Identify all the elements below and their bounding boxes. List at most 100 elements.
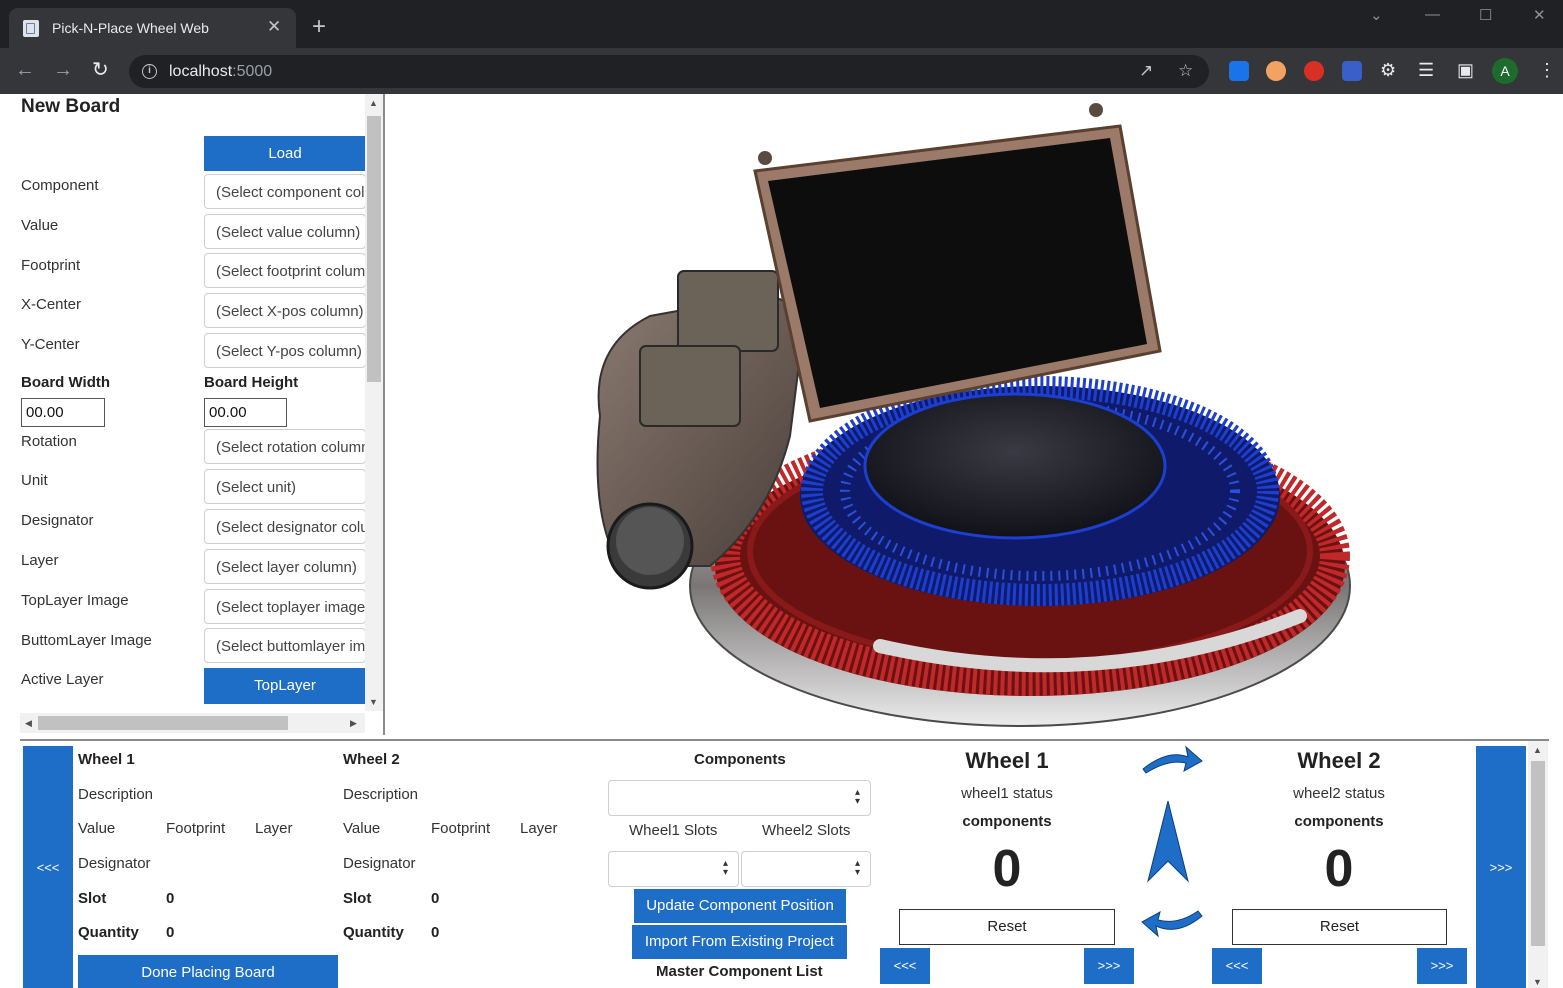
wheel2-slot-dropdown[interactable] — [741, 851, 871, 887]
wheel1-components-label: components — [962, 813, 1052, 830]
wheel2-slots-label: Wheel2 Slots — [762, 822, 851, 839]
unit-label: Unit — [21, 472, 48, 489]
wheel2-reset-button[interactable]: Reset — [1232, 909, 1447, 945]
wheel2-footprint: Footprint — [431, 820, 491, 837]
scroll-right-icon[interactable]: ▶ — [350, 718, 357, 729]
layer-label: Layer — [21, 552, 59, 569]
scroll-thumb[interactable] — [1531, 761, 1545, 946]
forward-icon[interactable]: → — [53, 58, 73, 82]
wheel1-description: Description — [78, 786, 154, 803]
extension-icon[interactable] — [1266, 61, 1286, 81]
browser-titlebar: Pick-N-Place Wheel Web ✕ + ⌄ — ☐ ✕ — [0, 0, 1563, 48]
scroll-thumb[interactable] — [38, 716, 288, 730]
menu-icon[interactable]: ⋮ — [1538, 58, 1556, 82]
avatar[interactable]: A — [1492, 58, 1518, 84]
scroll-left-icon[interactable]: ◀ — [25, 718, 32, 729]
active-layer-label: Active Layer — [21, 671, 104, 688]
info-icon[interactable]: i — [142, 64, 157, 79]
wheel2-prev-button[interactable]: <<< — [1212, 948, 1262, 984]
wheel2-slot-label: Slot — [343, 890, 372, 907]
board-height-label: Board Height — [204, 374, 299, 391]
board-height-input[interactable]: 00.00 — [204, 398, 287, 427]
wheel1-reset-button[interactable]: Reset — [899, 909, 1115, 945]
minimize-icon[interactable]: — — [1425, 6, 1440, 23]
wheel1-slot-dropdown[interactable] — [608, 851, 739, 887]
component-dropdown[interactable] — [608, 780, 871, 816]
toplayer-image-select[interactable]: (Select toplayer image) — [204, 589, 366, 624]
window-close-icon[interactable]: ✕ — [1533, 6, 1546, 24]
scroll-down-icon[interactable]: ▼ — [1533, 977, 1542, 987]
wheel2-status-text: wheel2 status — [1293, 785, 1385, 802]
close-icon[interactable]: ✕ — [267, 17, 281, 37]
component-label: Component — [21, 177, 99, 194]
wheel1-layer: Layer — [255, 820, 293, 837]
load-button[interactable]: Load — [204, 136, 366, 171]
vertical-scrollbar[interactable]: ▲ ▼ — [365, 94, 383, 711]
previous-page-button[interactable]: <<< — [23, 746, 73, 988]
y-center-label: Y-Center — [21, 336, 80, 353]
wheel1-footprint: Footprint — [166, 820, 226, 837]
designator-label: Designator — [21, 512, 94, 529]
wheel-3d-render — [596, 103, 1351, 727]
wheel1-title: Wheel 1 — [78, 751, 135, 768]
value-select[interactable]: (Select value column) — [204, 214, 366, 249]
rotation-select[interactable]: (Select rotation column) — [204, 429, 366, 464]
next-page-button[interactable]: >>> — [1476, 746, 1526, 988]
rotation-label: Rotation — [21, 433, 77, 450]
wheel2-status-title: Wheel 2 — [1297, 748, 1381, 773]
board-width-input[interactable]: 00.00 — [21, 398, 105, 427]
extension-icon[interactable] — [1229, 61, 1249, 81]
unit-select[interactable]: (Select unit) — [204, 469, 366, 504]
value-label: Value — [21, 217, 59, 234]
wheel1-slots-label: Wheel1 Slots — [629, 822, 718, 839]
wheel2-next-button[interactable]: >>> — [1417, 948, 1467, 984]
browser-tab[interactable]: Pick-N-Place Wheel Web ✕ — [9, 8, 296, 48]
scroll-thumb[interactable] — [367, 116, 381, 382]
wheel1-next-button[interactable]: >>> — [1084, 948, 1134, 984]
back-icon[interactable]: ← — [15, 58, 35, 82]
buttomlayer-image-label: ButtomLayer Image — [21, 632, 152, 649]
address-bar[interactable]: i localhost:5000 ↗ ☆ — [129, 55, 1209, 88]
extension-icon[interactable] — [1304, 61, 1324, 81]
import-project-button[interactable]: Import From Existing Project — [632, 925, 847, 959]
wheel2-designator: Designator — [343, 855, 416, 872]
star-icon[interactable]: ☆ — [1178, 61, 1193, 81]
reload-icon[interactable]: ↻ — [92, 58, 109, 82]
url-text: localhost:5000 — [169, 63, 273, 80]
footprint-select[interactable]: (Select footprint column) — [204, 253, 366, 288]
done-placing-board-button[interactable]: Done Placing Board — [78, 955, 338, 988]
page-icon — [23, 20, 39, 37]
wheel1-status-title: Wheel 1 — [965, 748, 1049, 773]
vertical-scrollbar[interactable]: ▲ ▼ — [1528, 741, 1548, 988]
extension-icon[interactable] — [1342, 61, 1362, 81]
wheel2-value: Value — [343, 820, 381, 837]
media-icon[interactable]: ☰ — [1418, 58, 1434, 82]
wheel1-prev-button[interactable]: <<< — [880, 948, 930, 984]
wheel2-layer: Layer — [520, 820, 558, 837]
designator-select[interactable]: (Select designator column) — [204, 509, 366, 544]
horizontal-scrollbar[interactable]: ◀ ▶ — [20, 713, 365, 733]
wheel1-designator: Designator — [78, 855, 151, 872]
active-layer-button[interactable]: TopLayer — [204, 668, 366, 704]
wheel1-slot-value: 0 — [166, 890, 175, 907]
control-panel: <<< Wheel 1 Description Value Footprint … — [20, 739, 1549, 988]
buttomlayer-image-select[interactable]: (Select buttomlayer image) — [204, 628, 366, 663]
update-component-position-button[interactable]: Update Component Position — [634, 889, 846, 923]
share-icon[interactable]: ↗ — [1139, 61, 1153, 81]
x-center-select[interactable]: (Select X-pos column) — [204, 293, 366, 328]
wheel2-components-label: components — [1294, 813, 1384, 830]
component-select[interactable]: (Select component column) — [204, 174, 366, 209]
master-component-list-label: Master Component List — [656, 963, 823, 980]
wheel2-title: Wheel 2 — [343, 751, 400, 768]
board-width-label: Board Width — [21, 374, 111, 391]
puzzle-icon[interactable]: ⚙ — [1380, 58, 1396, 82]
layer-select[interactable]: (Select layer column) — [204, 549, 366, 584]
maximize-icon[interactable]: ☐ — [1479, 6, 1492, 24]
sidepanel-icon[interactable]: ▣ — [1457, 58, 1474, 82]
tab-search-icon[interactable]: ⌄ — [1370, 6, 1383, 24]
new-tab-icon[interactable]: + — [312, 15, 326, 39]
scroll-down-icon[interactable]: ▼ — [369, 697, 378, 707]
scroll-up-icon[interactable]: ▲ — [369, 98, 378, 108]
y-center-select[interactable]: (Select Y-pos column) — [204, 333, 366, 368]
scroll-up-icon[interactable]: ▲ — [1533, 745, 1542, 755]
